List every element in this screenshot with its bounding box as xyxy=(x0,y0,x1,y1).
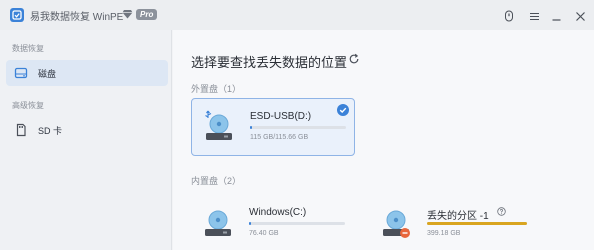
title-bar: 易我数据恢复 WinPE Pro xyxy=(0,0,594,30)
hard-drive-icon xyxy=(205,210,231,236)
sidebar-item-label: 磁盘 xyxy=(38,68,57,79)
drive-card-windows-c[interactable]: Windows(C:) 76.40 GB xyxy=(191,195,355,250)
check-icon xyxy=(337,104,349,116)
hard-drive-icon xyxy=(383,210,410,238)
close-icon xyxy=(575,11,585,21)
sidebar-item-sd-card[interactable]: SD 卡 xyxy=(6,117,168,143)
usage-bar xyxy=(249,222,345,225)
sidebar-item-label: SD 卡 xyxy=(38,125,63,136)
drive-size: 76.40 GB xyxy=(249,230,279,237)
external-drives-label: 外置盘（1） xyxy=(191,84,242,94)
usage-bar xyxy=(427,222,527,225)
internal-drives-label: 内置盘（2） xyxy=(191,176,242,186)
sidebar-section-data-recovery: 数据恢复 xyxy=(12,44,44,53)
minimize-icon xyxy=(552,18,560,21)
app-window: 易我数据恢复 WinPE Pro 数据恢复 磁盘 高级恢复 SD 卡 选择要查找… xyxy=(0,0,594,250)
hard-drive-icon xyxy=(14,67,28,79)
menu-button[interactable] xyxy=(527,9,541,23)
drive-name: ESD-USB(D:) xyxy=(250,111,312,122)
drive-name: 丢失的分区 -1 xyxy=(427,211,489,222)
refresh-icon[interactable] xyxy=(348,53,360,65)
diamond-icon xyxy=(122,10,133,19)
drive-card-esd-usb[interactable]: ESD-USB(D:) 115 GB/115.66 GB xyxy=(191,98,355,156)
info-button[interactable] xyxy=(502,9,516,23)
usage-bar-fill xyxy=(250,126,252,129)
sd-card-icon xyxy=(16,123,26,137)
menu-icon xyxy=(529,12,539,20)
usage-bar-fill xyxy=(249,222,251,225)
usage-bar xyxy=(250,126,346,129)
sidebar-item-disk[interactable]: 磁盘 xyxy=(6,60,168,86)
app-logo-icon xyxy=(10,8,24,22)
usage-bar-fill xyxy=(427,222,527,225)
sidebar-section-advanced-recovery: 高级恢复 xyxy=(12,101,44,110)
drive-size: 115 GB/115.66 GB xyxy=(250,134,309,141)
minimize-button[interactable] xyxy=(549,9,563,23)
info-icon xyxy=(505,10,513,22)
pro-label: Pro xyxy=(136,8,158,20)
drive-card-lost-partition[interactable]: 丢失的分区 -1 399.18 GB xyxy=(369,195,539,250)
main-panel: 选择要查找丢失数据的位置 外置盘（1） ESD-USB(D:) 115 GB/1… xyxy=(173,30,594,250)
page-title: 选择要查找丢失数据的位置 xyxy=(191,55,348,70)
usb-drive-icon xyxy=(205,110,232,140)
pro-badge: Pro xyxy=(122,7,158,21)
drive-size: 399.18 GB xyxy=(427,230,461,237)
close-button[interactable] xyxy=(573,9,587,23)
sidebar: 数据恢复 磁盘 高级恢复 SD 卡 xyxy=(0,30,172,250)
drive-name: Windows(C:) xyxy=(249,207,307,218)
help-icon[interactable] xyxy=(497,207,506,216)
window-title: 易我数据恢复 WinPE xyxy=(30,12,124,23)
